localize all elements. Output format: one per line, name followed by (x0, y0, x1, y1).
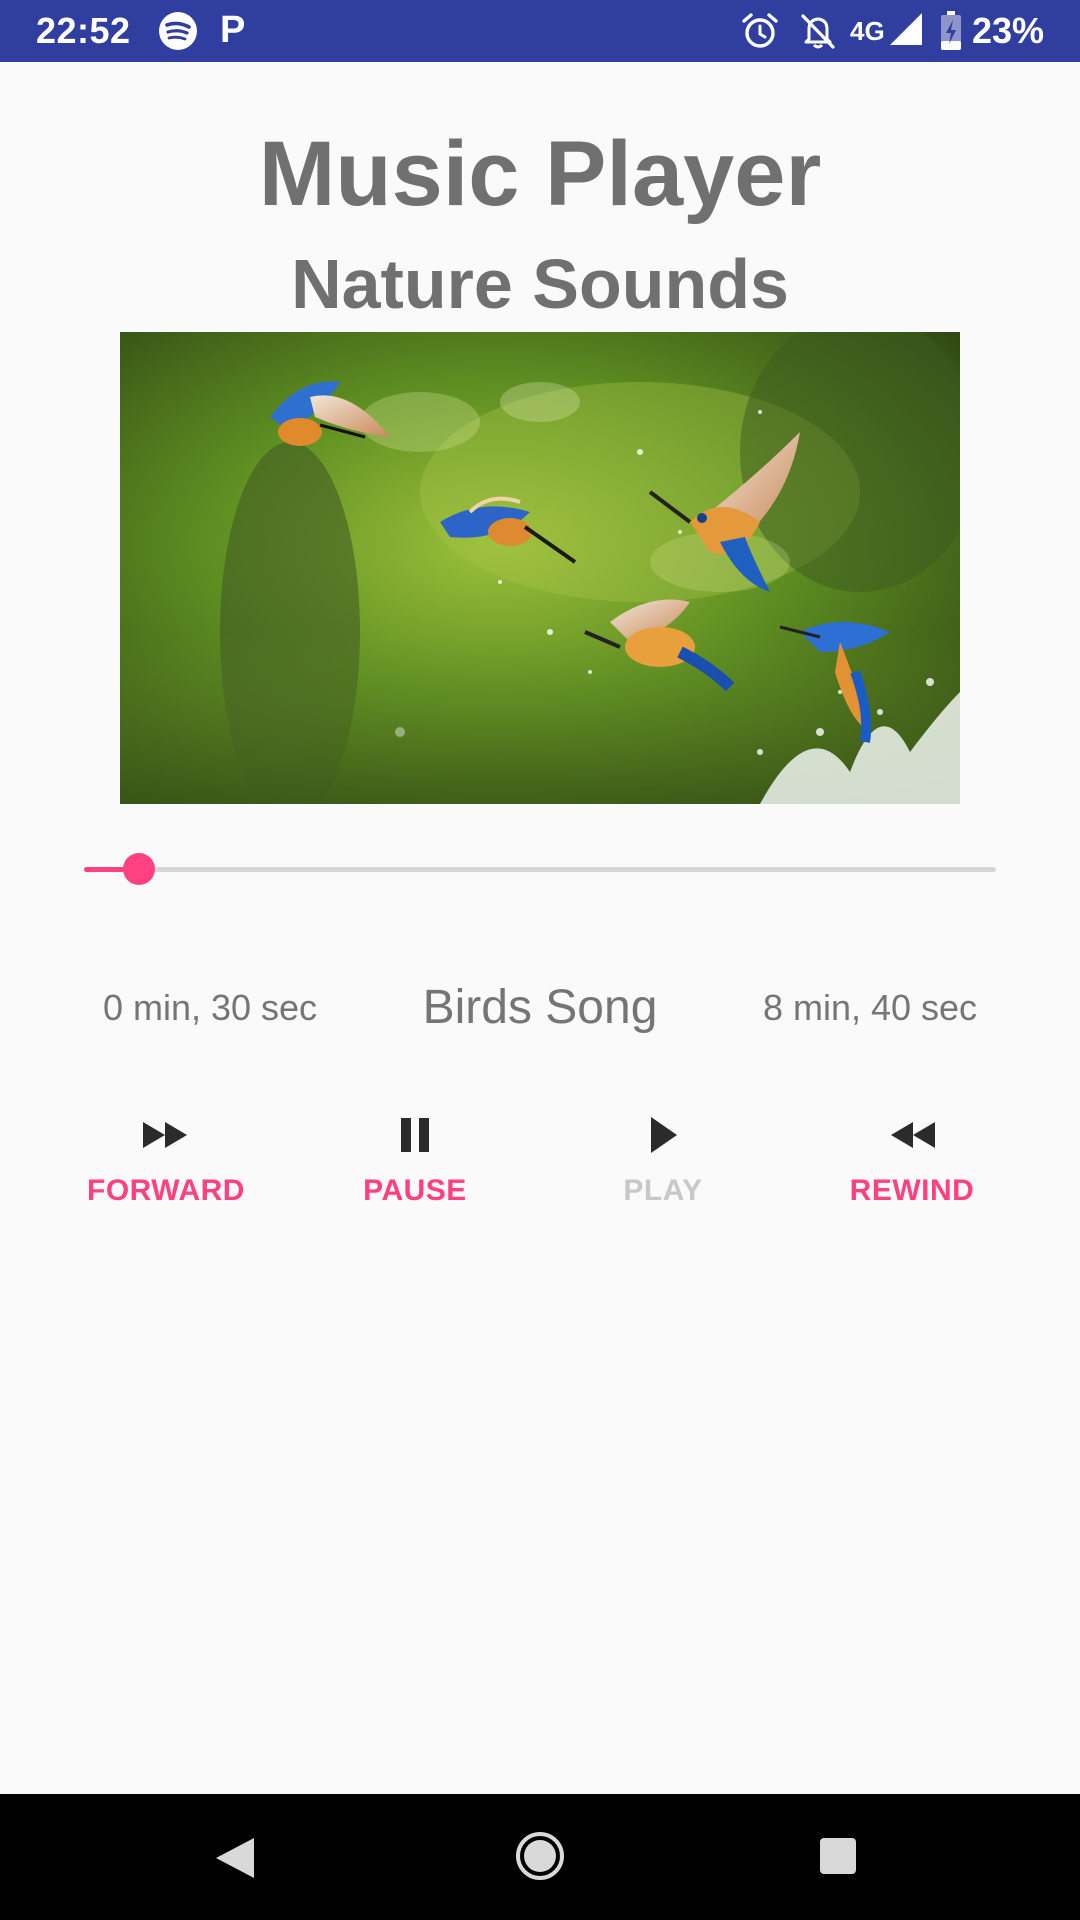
forward-label: FORWARD (87, 1174, 245, 1207)
signal-icon (888, 11, 924, 47)
battery-percent: 23% (972, 10, 1045, 51)
pause-button[interactable]: PAUSE (300, 1110, 530, 1220)
fast-forward-icon (136, 1110, 196, 1160)
network-type: 4G (850, 16, 885, 46)
battery-charging-icon (940, 11, 962, 51)
home-icon[interactable] (514, 1830, 566, 1882)
rewind-button[interactable]: REWIND (797, 1110, 1027, 1220)
forward-button[interactable]: FORWARD (51, 1110, 281, 1220)
rewind-icon (882, 1110, 942, 1160)
bell-off-icon (798, 11, 838, 51)
seek-bar[interactable] (84, 852, 996, 888)
album-art (120, 332, 960, 804)
kingfishers-photo (120, 332, 960, 804)
playback-controls: FORWARD PAUSE PLAY REWIND (0, 1110, 1080, 1220)
back-icon[interactable] (212, 1834, 258, 1882)
app-title: Music Player (258, 123, 822, 225)
song-title: Birds Song (422, 981, 658, 1034)
spotify-icon (158, 11, 198, 51)
recents-icon[interactable] (818, 1836, 858, 1876)
seek-track[interactable] (84, 867, 996, 872)
current-time: 0 min, 30 sec (102, 987, 318, 1028)
alarm-icon (740, 11, 780, 51)
rewind-label: REWIND (849, 1174, 975, 1207)
playlist-title: Nature Sounds (291, 245, 789, 323)
play-label: PLAY (623, 1174, 703, 1207)
seek-thumb[interactable] (123, 853, 155, 885)
play-button[interactable]: PLAY (548, 1110, 778, 1220)
p-icon: P (220, 9, 246, 51)
total-time: 8 min, 40 sec (762, 987, 978, 1028)
status-time: 22:52 (36, 10, 131, 51)
status-bar: 22:52 P 4G 23% (0, 0, 1080, 62)
play-icon (633, 1110, 693, 1160)
pause-icon (385, 1110, 445, 1160)
navigation-bar (0, 1794, 1080, 1920)
pause-label: PAUSE (363, 1174, 467, 1207)
